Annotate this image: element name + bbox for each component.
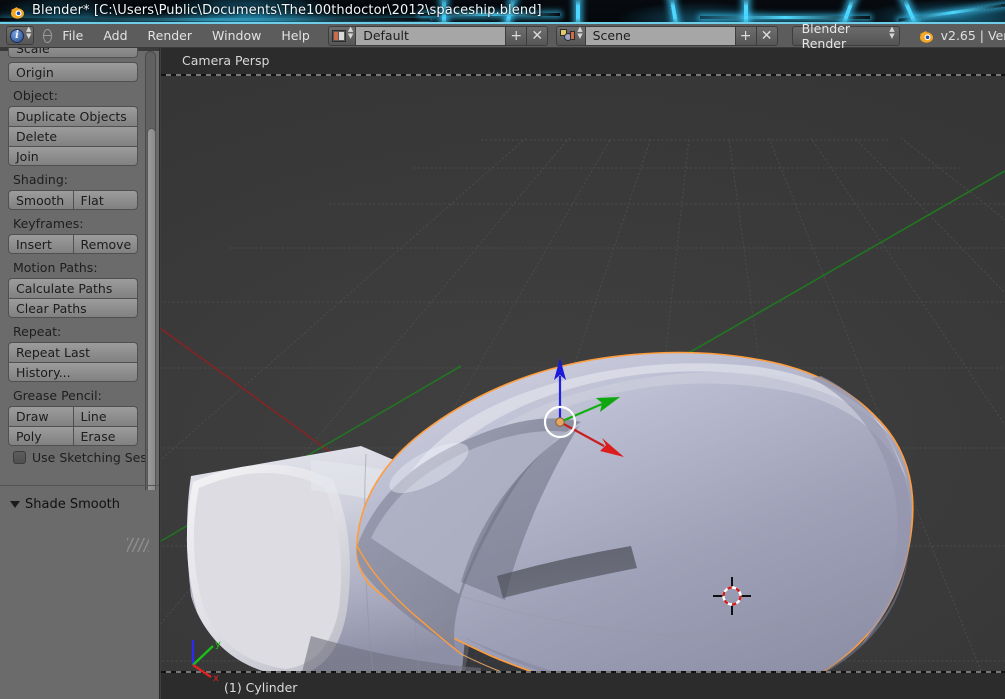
scale-button[interactable]: Scale <box>8 48 138 58</box>
titlebar-streak <box>700 16 870 19</box>
menu-help[interactable]: Help <box>272 26 319 45</box>
join-button[interactable]: Join <box>8 146 138 166</box>
use-sketching-sessions-label: Use Sketching Sessio <box>32 450 146 465</box>
repeat-last-button[interactable]: Repeat Last <box>8 342 138 362</box>
render-engine-dropdown[interactable]: Blender Render ▲ ▼ <box>791 21 900 51</box>
resize-grip-icon[interactable] <box>127 538 149 552</box>
section-label-keyframes: Keyframes: <box>13 216 84 231</box>
menu-render[interactable]: Render <box>139 26 202 45</box>
panel-divider <box>0 485 159 486</box>
clear-paths-button[interactable]: Clear Paths <box>8 298 138 318</box>
remove-keyframe-button[interactable]: Remove <box>72 234 138 254</box>
tool-shelf-scroll-handle[interactable] <box>147 128 156 498</box>
shade-smooth-button[interactable]: Smooth <box>8 190 73 210</box>
active-object-label: (1) Cylinder <box>224 680 298 695</box>
origin-button[interactable]: Origin <box>8 62 138 82</box>
gp-draw-button[interactable]: Draw <box>8 406 73 426</box>
operator-panel: Shade Smooth <box>0 490 159 699</box>
updown-chevron-icon: ▲ ▼ <box>26 24 32 40</box>
info-editor-icon: i <box>10 28 24 43</box>
top-menubar: i ▲ ▼ File Add Render Window Help ▲ ▼ Defa… <box>0 21 1005 51</box>
delete-button[interactable]: Delete <box>8 126 138 146</box>
scene-value[interactable]: Scene <box>585 25 736 46</box>
3d-viewport[interactable]: Camera Persp + <box>161 48 1005 699</box>
tool-shelf-content: Scale <box>0 48 146 58</box>
menu-file[interactable]: File <box>53 26 92 45</box>
blender-logo-icon <box>919 30 933 43</box>
axis-label-y: y <box>215 639 221 650</box>
viewport-header <box>161 48 1005 74</box>
use-sketching-sessions-checkbox[interactable]: Use Sketching Sessio <box>0 446 146 467</box>
blender-logo-icon <box>11 7 24 19</box>
add-screen-layout-button[interactable]: + <box>506 25 528 46</box>
section-label-grease-pencil: Grease Pencil: <box>13 388 102 403</box>
operator-panel-title: Shade Smooth <box>25 497 120 512</box>
titlebar-streak <box>0 18 430 21</box>
delete-screen-layout-button[interactable]: ✕ <box>527 25 549 46</box>
collapse-menu-icon[interactable] <box>43 28 53 43</box>
screen-layout-selector: ▲ ▼ Default + ✕ <box>327 24 549 46</box>
updown-chevron-icon: ▲ ▼ <box>347 24 354 40</box>
axis-gizmo-icon: y x <box>191 639 221 683</box>
section-label-shading: Shading: <box>13 172 68 187</box>
screen-layout-icon <box>331 29 346 42</box>
screen-layout-icon-button[interactable]: ▲ ▼ <box>327 24 357 46</box>
operator-panel-header[interactable]: Shade Smooth <box>0 490 159 512</box>
viewport-view-label: Camera Persp <box>182 53 270 68</box>
gp-poly-button[interactable]: Poly <box>8 426 73 446</box>
translate-manipulator-icon[interactable] <box>524 354 644 479</box>
editor-type-button[interactable]: i ▲ ▼ <box>6 24 35 45</box>
titlebar-streak <box>576 0 580 24</box>
scene-icon-button[interactable]: ▲ ▼ <box>556 24 586 46</box>
blender-window: Blender* [C:\Users\Public\Documents\The1… <box>0 0 1005 699</box>
calculate-paths-button[interactable]: Calculate Paths <box>8 278 138 298</box>
status-stats-text: v2.65 | Verts:1077 | Faces:1042 <box>940 28 1005 43</box>
shade-flat-button[interactable]: Flat <box>72 190 138 210</box>
updown-chevron-icon: ▲ ▼ <box>577 24 583 40</box>
delete-scene-button[interactable]: ✕ <box>756 25 778 46</box>
axis-label-x: x <box>213 673 219 683</box>
updown-chevron-icon: ▲ ▼ <box>889 24 895 40</box>
section-label-object: Object: <box>13 88 58 103</box>
3d-cursor-icon <box>713 577 751 615</box>
tool-shelf-scroll-content: Origin Object: Duplicate Objects Delete … <box>0 62 146 467</box>
scene-icon <box>560 29 576 42</box>
tool-shelf: Scale Origin Object: Duplicate Objects D… <box>0 48 160 699</box>
section-label-repeat: Repeat: <box>13 324 62 339</box>
viewport-scene[interactable] <box>161 76 1005 671</box>
tool-shelf-scrollbar[interactable] <box>145 51 156 551</box>
gp-erase-button[interactable]: Erase <box>72 426 138 446</box>
shading-button-row: Smooth Flat <box>8 190 138 210</box>
section-label-motion-paths: Motion Paths: <box>13 260 98 275</box>
menu-window[interactable]: Window <box>203 26 270 45</box>
render-engine-value: Blender Render <box>801 20 851 51</box>
triangle-down-icon <box>10 501 20 508</box>
insert-keyframe-button[interactable]: Insert <box>8 234 73 254</box>
checkbox-icon <box>13 451 26 464</box>
scene-selector: ▲ ▼ Scene + ✕ <box>556 24 778 46</box>
gp-line-button[interactable]: Line <box>72 406 138 426</box>
window-title: Blender* [C:\Users\Public\Documents\The1… <box>32 3 542 18</box>
duplicate-objects-button[interactable]: Duplicate Objects <box>8 106 138 126</box>
screen-layout-value[interactable]: Default <box>356 25 507 46</box>
grease-pencil-row-2: Poly Erase <box>8 426 138 446</box>
menu-add[interactable]: Add <box>94 26 136 45</box>
titlebar-streak <box>744 0 748 24</box>
history-button[interactable]: History... <box>8 362 138 382</box>
grease-pencil-row-1: Draw Line <box>8 406 138 426</box>
status-stats: v2.65 | Verts:1077 | Faces:1042 <box>918 28 1005 44</box>
keyframes-button-row: Insert Remove <box>8 234 138 254</box>
add-scene-button[interactable]: + <box>735 25 757 46</box>
